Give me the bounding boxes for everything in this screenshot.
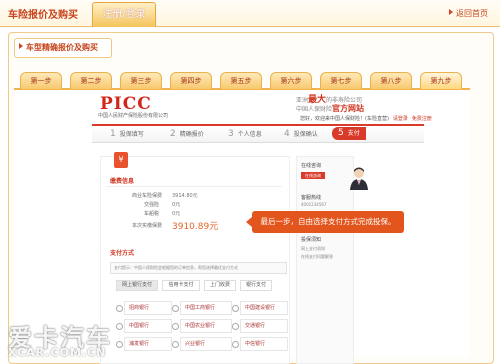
subtitle-label: 车型精确报价及购买	[26, 43, 98, 52]
step-number: 5	[338, 128, 344, 138]
step-label: 个人信息	[237, 131, 262, 138]
step-tab-5[interactable]: 第五步	[220, 72, 262, 89]
step-label: 投保确认	[293, 131, 318, 138]
home-link[interactable]: 返回首页	[449, 8, 488, 19]
welcome-text: 您好，欢迎来中国人保财险！(车险直营) 请登录 免费注册	[300, 115, 432, 122]
welcome-message: 您好，欢迎来中国人保财险！(车险直营)	[300, 116, 389, 122]
progress-step-1: 1 投保填写	[110, 129, 144, 139]
step-label: 投保填写	[119, 131, 144, 138]
bank-radio[interactable]	[116, 341, 123, 348]
bank-radio[interactable]	[232, 305, 239, 312]
tooltip-arrow	[246, 217, 252, 227]
arrow-icon	[449, 9, 453, 15]
subtitle-box: 车型精确报价及购买	[14, 38, 112, 58]
hotline-number: 4001234567	[301, 202, 327, 207]
home-link-label: 返回首页	[456, 9, 488, 18]
bank-option-cmb[interactable]: 招商银行	[124, 301, 172, 315]
bank-option-abc[interactable]: 中国农业银行	[180, 319, 232, 333]
bank-radio[interactable]	[172, 305, 179, 312]
agent-avatar-icon	[350, 167, 368, 190]
sidebar-title-consult: 在线咨询	[301, 163, 322, 169]
bank-option-icbc[interactable]: 中国工商银行	[180, 301, 232, 315]
bank-option-boc[interactable]: 中国银行	[124, 319, 172, 333]
step-tab-6[interactable]: 第六步	[270, 72, 312, 89]
tab-online-bank[interactable]: 网上银行支付	[116, 280, 158, 291]
sidebar-link[interactable]: 网上支付须知	[301, 246, 325, 252]
step-tab-8[interactable]: 第八步	[370, 72, 412, 89]
step-tab-4[interactable]: 第四步	[170, 72, 212, 89]
step-tab-9[interactable]: 第九步	[420, 72, 462, 89]
bank-radio[interactable]	[172, 341, 179, 348]
total-amount: 3910.89元	[172, 222, 219, 232]
order-row-label: 本次实缴保费	[132, 223, 163, 229]
arrow-icon	[19, 43, 23, 49]
sidebar-title-hotline: 客服热线	[301, 195, 322, 201]
tab-bank-pay[interactable]: 银行支付	[240, 280, 272, 291]
order-row-value: 3914.80元	[172, 193, 198, 199]
step-tab-2[interactable]: 第二步	[70, 72, 112, 89]
progress-step-2: 2 精确报价	[170, 129, 204, 139]
bank-radio[interactable]	[232, 341, 239, 348]
step-tab-7[interactable]: 第七步	[320, 72, 362, 89]
pay-badge-icon: ¥	[114, 152, 128, 168]
bank-radio[interactable]	[116, 323, 123, 330]
order-row-value: 0元	[172, 202, 181, 208]
step-tab-1[interactable]: 第一步	[20, 72, 62, 89]
bank-radio[interactable]	[232, 323, 239, 330]
slogan-line-2: 中国人保财险官方网站	[296, 103, 364, 114]
tooltip-text: 最后一步，自由选择支付方式完成投保。	[260, 217, 396, 226]
bank-radio[interactable]	[172, 323, 179, 330]
step-tab-3[interactable]: 第三步	[120, 72, 162, 89]
picc-logo: PICC	[100, 94, 152, 114]
progress-step-3: 3 个人信息	[228, 129, 262, 139]
order-row-value: 0元	[172, 211, 181, 217]
bank-radio[interactable]	[116, 305, 123, 312]
step-label: 支付	[347, 130, 360, 137]
company-name: 中国人民财产保险股份有限公司	[98, 113, 169, 119]
progress-bar: 1 投保填写 2 精确报价 3 个人信息 4 投保确认 5 支付	[92, 126, 424, 143]
bank-option-ccb[interactable]: 中国建设银行	[240, 301, 288, 315]
step-number: 2	[170, 129, 176, 139]
step-number: 3	[228, 129, 234, 139]
login-link[interactable]: 请登录	[393, 116, 408, 122]
slogan2-big: 官方网站	[332, 104, 365, 113]
step-number: 1	[110, 129, 116, 139]
tab-door-to-door[interactable]: 上门收费	[204, 280, 236, 291]
hint-tooltip: 最后一步，自由选择支付方式完成投保。	[246, 211, 404, 233]
payment-note: 支付提示：中国人保财险会根据您的订单信息，帮您选择最优支付方式	[110, 262, 287, 274]
order-row-label: 车船税	[144, 211, 160, 217]
progress-step-4: 4 投保确认	[284, 129, 318, 139]
payment-section-title: 支付方式	[110, 250, 135, 257]
service-sidebar	[296, 156, 354, 364]
order-row-label: 交强险	[144, 202, 160, 208]
progress-step-5: 5 支付	[332, 127, 366, 140]
sidebar-title-notice: 投保须知	[301, 237, 322, 243]
slogan2-prefix: 中国人保财险	[296, 106, 333, 113]
step-tabs: 第一步 第二步 第三步 第四步 第五步 第六步 第七步 第八步 第九步	[14, 70, 470, 90]
order-row-label: 商业车险保费	[132, 193, 163, 199]
bank-option-citic[interactable]: 中信银行	[240, 337, 288, 351]
page-title: 车险报价及购买	[8, 10, 78, 21]
register-link[interactable]: 免费注册	[412, 116, 432, 122]
bank-option-cib[interactable]: 兴业银行	[180, 337, 232, 351]
order-section-title: 缴费信息	[110, 178, 135, 185]
sidebar-link[interactable]: 在线支付问题解答	[301, 254, 333, 260]
tab-credit-card[interactable]: 信用卡支付	[162, 280, 200, 291]
watermark-url: XCAR.COM.CN	[8, 346, 107, 359]
divider	[106, 186, 282, 187]
consult-button[interactable]: 在线咨询	[301, 172, 325, 179]
step-label: 精确报价	[179, 131, 204, 138]
bank-option-spdb[interactable]: 浦发银行	[124, 337, 172, 351]
login-register-tab[interactable]: 注册/登录	[92, 2, 156, 27]
step-number: 4	[284, 129, 290, 139]
bank-option-bocom[interactable]: 交通银行	[240, 319, 288, 333]
